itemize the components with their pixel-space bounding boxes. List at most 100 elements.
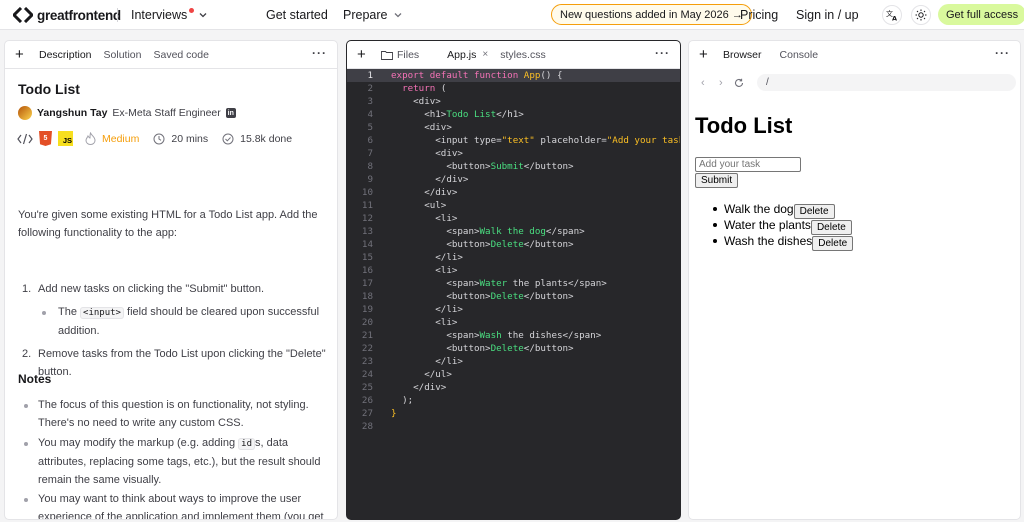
browser-tabbar: + Browser Console ··· — [689, 41, 1020, 69]
tab-solution[interactable]: Solution — [104, 49, 142, 61]
files-label: Files — [397, 48, 420, 61]
preview-title: Todo List — [695, 113, 793, 138]
submit-button[interactable]: Submit — [695, 173, 739, 188]
code-line: 26 ); — [347, 394, 680, 407]
nav-prepare-label: Prepare — [343, 8, 388, 22]
sun-icon — [915, 9, 927, 21]
nav-pricing[interactable]: Pricing — [740, 8, 778, 22]
list-item-text: You may want to think about ways to impr… — [38, 493, 324, 520]
line-number: 13 — [361, 226, 373, 237]
code-line: 16 <li> — [347, 264, 680, 277]
linkedin-icon[interactable]: in — [225, 108, 236, 118]
nav-sign-in[interactable]: Sign in / up — [796, 8, 859, 22]
line-number: 21 — [361, 330, 373, 341]
line-number: 27 — [361, 408, 373, 419]
nav-interviews-label: Interviews — [131, 8, 188, 22]
author-role: Ex-Meta Staff Engineer — [112, 107, 221, 119]
logo[interactable]: greatfrontend — [13, 7, 121, 23]
tab-browser[interactable]: Browser — [723, 49, 762, 61]
code-line: 27} — [347, 407, 680, 420]
back-icon[interactable]: ‹ — [701, 77, 705, 89]
flame-icon — [85, 132, 96, 145]
line-number: 11 — [361, 200, 373, 211]
line-number: 7 — [367, 148, 373, 159]
browser-toolbar: ‹ › / — [689, 69, 1020, 97]
editor-panel: + Files App.js × styles.css ··· 1 export … — [346, 40, 681, 520]
line-number: 25 — [361, 382, 373, 393]
nav-interviews[interactable]: Interviews — [131, 7, 208, 22]
avatar — [18, 106, 32, 120]
html5-icon: 5 — [39, 131, 52, 146]
line-number: 4 — [367, 109, 373, 120]
question-title: Todo List — [18, 81, 80, 97]
theme-toggle-button[interactable] — [911, 5, 931, 25]
code-line: 6 <input type="text" placeholder="Add yo… — [347, 134, 680, 147]
substep-prefix: The — [58, 306, 77, 318]
line-number: 6 — [367, 135, 373, 146]
tab-app-js[interactable]: App.js × — [447, 49, 488, 61]
language-button[interactable]: 文 A — [882, 5, 902, 25]
nav-prepare[interactable]: Prepare — [343, 8, 403, 22]
nav-get-started[interactable]: Get started — [266, 8, 328, 22]
tab-description[interactable]: Description — [39, 49, 92, 61]
top-nav: greatfrontend Interviews Get started Pre… — [0, 0, 1024, 30]
more-options-icon[interactable]: ··· — [655, 47, 670, 59]
close-icon[interactable]: × — [482, 49, 488, 60]
line-number: 18 — [361, 291, 373, 302]
announcement-banner[interactable]: New questions added in May 2026 → — [551, 4, 752, 25]
code-line: 9 </div> — [347, 173, 680, 186]
tab-console[interactable]: Console — [780, 49, 819, 61]
tab-saved-code[interactable]: Saved code — [153, 49, 208, 61]
list-item-number: 2. — [22, 348, 32, 360]
code-line: 2 return ( — [347, 82, 680, 95]
line-number: 16 — [361, 265, 373, 276]
intro-paragraph: You're given some existing HTML for a To… — [18, 209, 318, 239]
code-line: 12 <li> — [347, 212, 680, 225]
nav-divider — [117, 8, 118, 22]
line-number: 15 — [361, 252, 373, 263]
list-item-text: Add new tasks on clicking the "Submit" b… — [38, 283, 265, 295]
folder-icon — [381, 50, 393, 60]
chevron-down-icon — [199, 13, 207, 18]
code-line: 17 <span>Water the plants</span> — [347, 277, 680, 290]
chevron-down-icon — [395, 13, 402, 18]
task-input[interactable]: Add your task — [695, 157, 801, 172]
notes-heading: Notes — [18, 372, 52, 386]
bullet — [713, 239, 717, 243]
note-prefix: You may modify the markup (e.g. adding — [38, 437, 236, 449]
question-meta: 5 JS Medium 20 mins 15.8k done — [17, 131, 292, 146]
line-number: 28 — [361, 421, 373, 432]
code-icon — [17, 133, 33, 144]
code-line: 18 <button>Delete</button> — [347, 290, 680, 303]
line-number: 12 — [361, 213, 373, 224]
tab-styles-css[interactable]: styles.css — [500, 49, 546, 61]
add-tab-icon[interactable]: + — [699, 47, 711, 62]
code-line: 10 </div> — [347, 186, 680, 199]
delete-button[interactable]: Delete — [812, 235, 854, 251]
author-name[interactable]: Yangshun Tay — [37, 107, 107, 119]
add-tab-icon[interactable]: + — [15, 47, 27, 62]
inline-code: id — [238, 438, 255, 450]
line-number: 3 — [367, 96, 373, 107]
code-line: 23 </li> — [347, 355, 680, 368]
list-item: Wash the dishes Delete — [713, 233, 854, 251]
get-full-access-button[interactable]: Get full access — [938, 4, 1024, 25]
url-bar[interactable]: / — [757, 74, 1016, 91]
code-line: 8 <button>Submit</button> — [347, 160, 680, 173]
add-tab-icon[interactable]: + — [357, 47, 369, 62]
bullet — [24, 404, 28, 408]
more-options-icon[interactable]: ··· — [995, 47, 1010, 59]
code-editor[interactable]: 1 export default function App() { 2 retur… — [347, 69, 680, 519]
author-info: Yangshun Tay Ex-Meta Staff Engineer in — [18, 106, 236, 120]
logo-text: greatfrontend — [37, 7, 121, 23]
line-number: 8 — [367, 161, 373, 172]
files-tab[interactable]: Files — [381, 49, 419, 61]
bullet — [713, 207, 717, 211]
line-number: 17 — [361, 278, 373, 289]
more-options-icon[interactable]: ··· — [312, 47, 327, 59]
refresh-icon[interactable] — [734, 78, 744, 88]
code-line: 20 <li> — [347, 316, 680, 329]
forward-icon[interactable]: › — [719, 77, 723, 89]
todo-text: Wash the dishes — [724, 234, 813, 248]
clock-icon — [153, 133, 165, 144]
